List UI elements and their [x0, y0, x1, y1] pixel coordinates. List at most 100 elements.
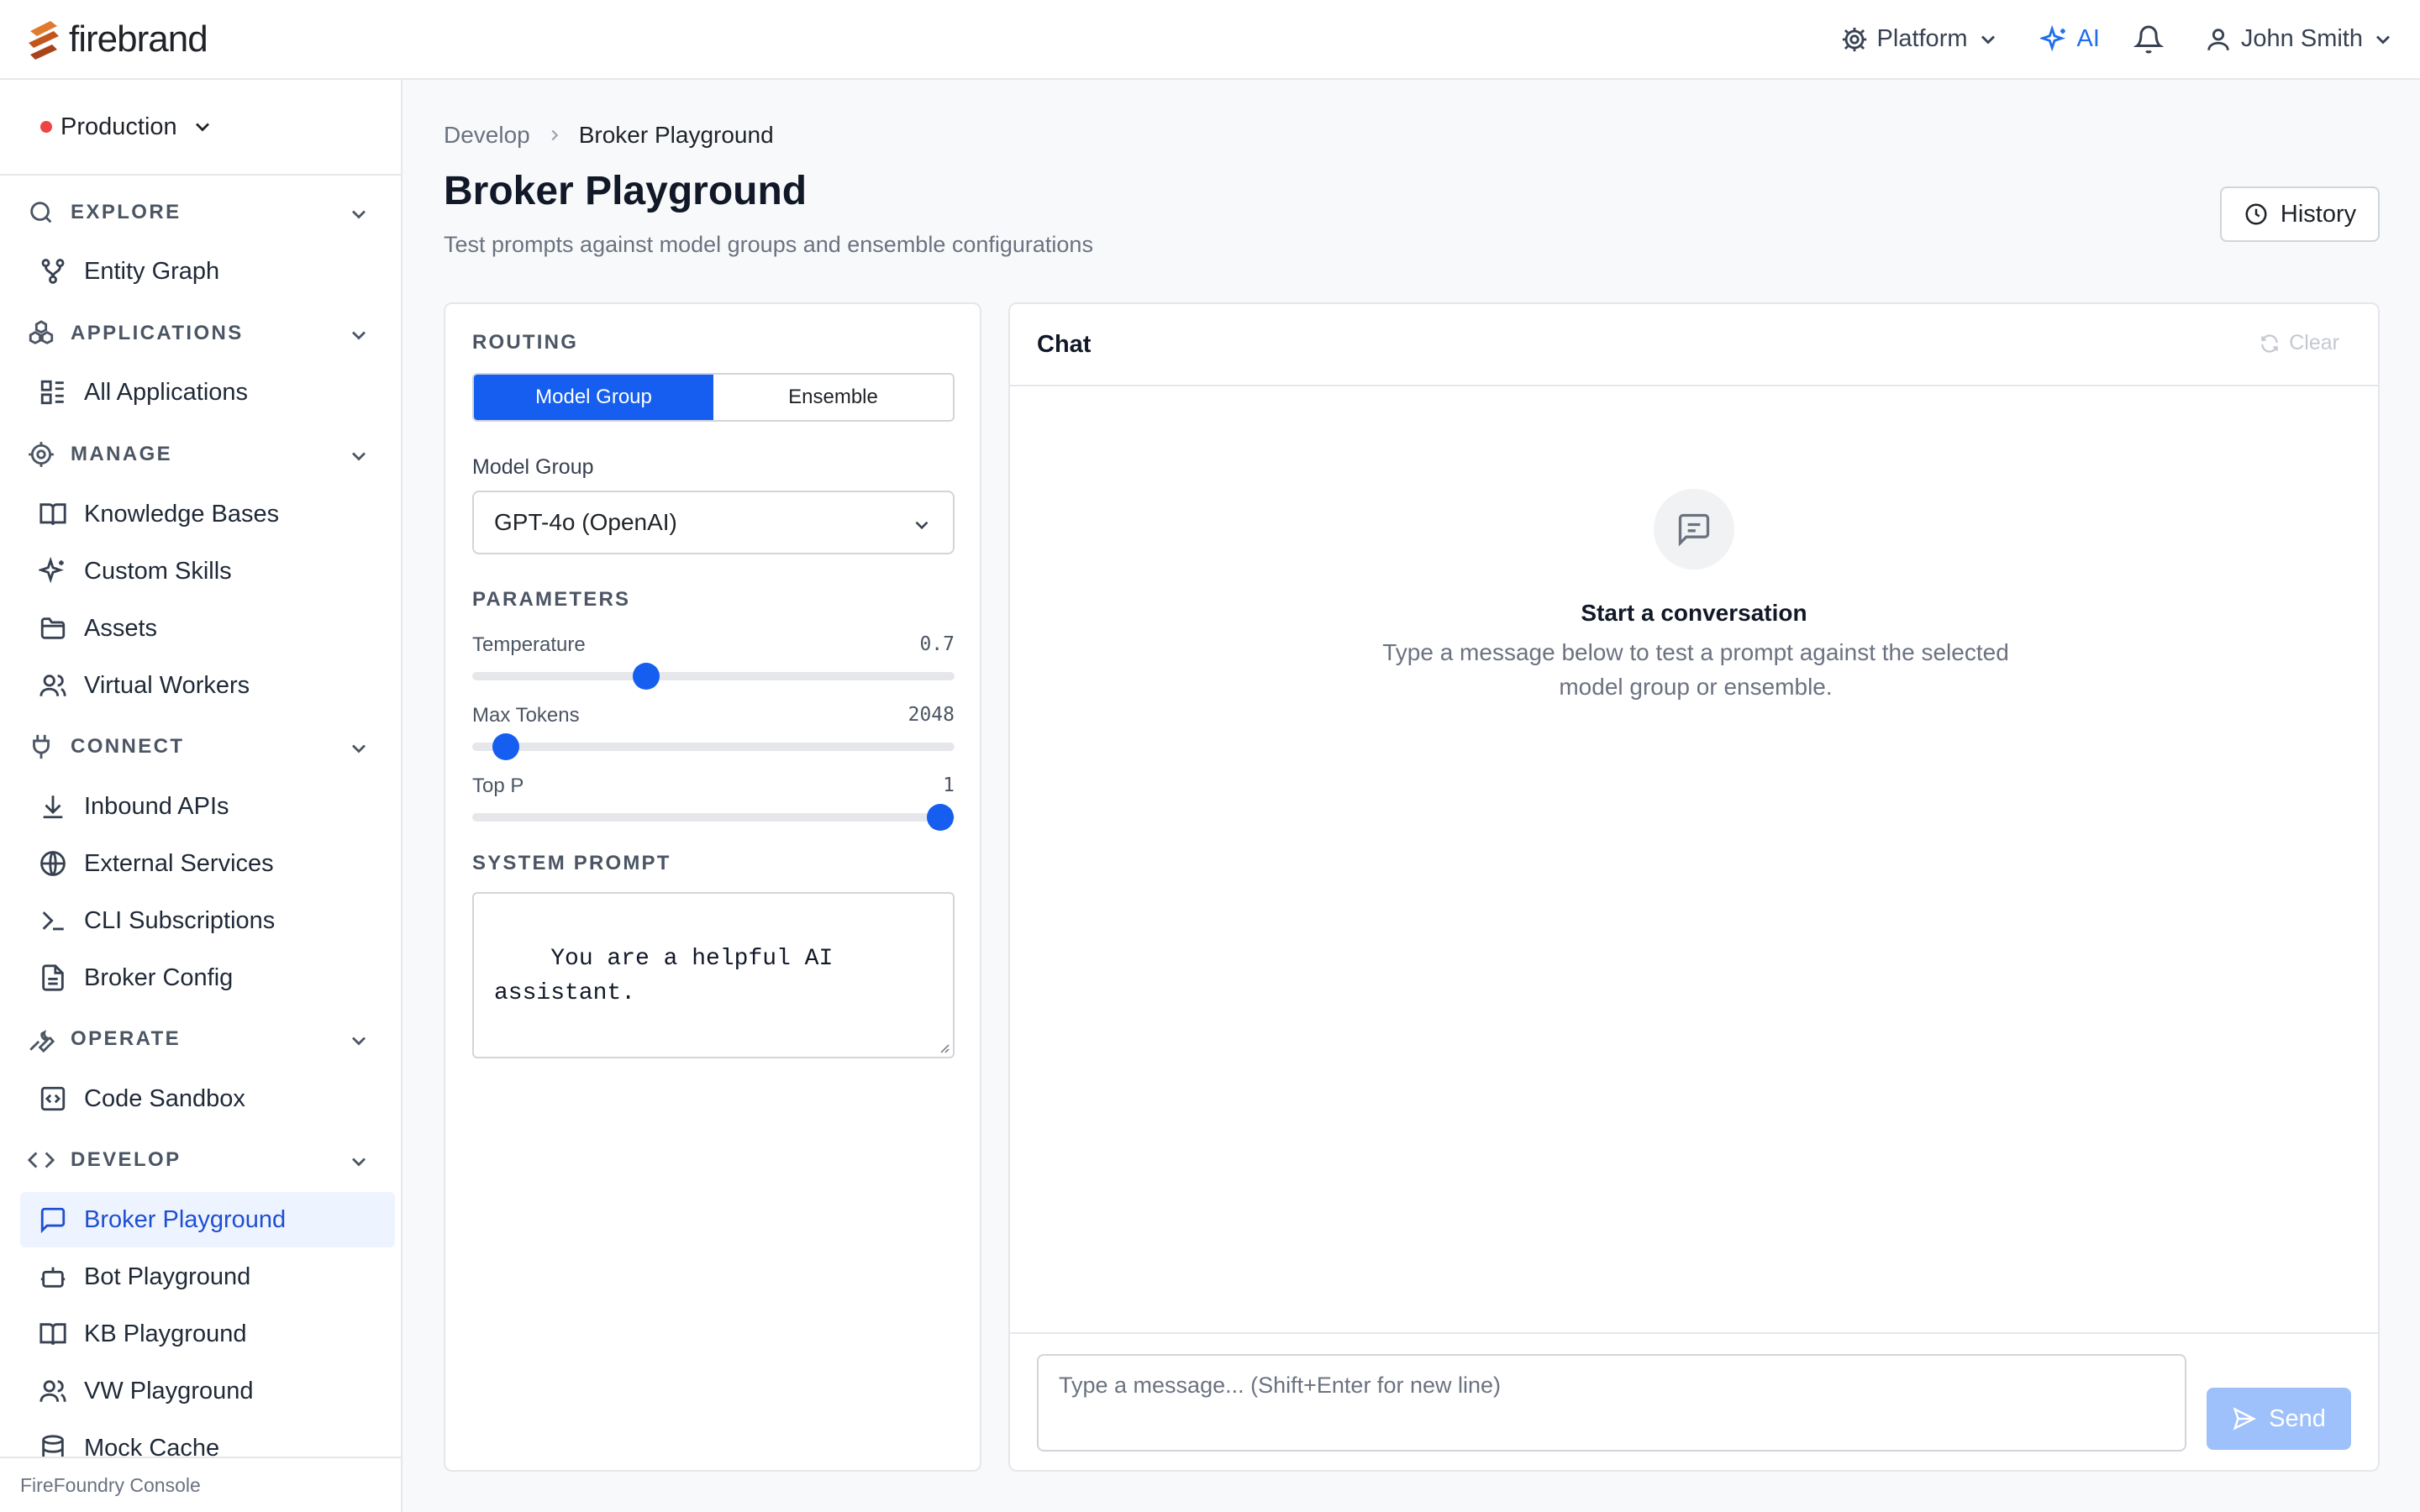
- file-text-icon: [42, 964, 64, 991]
- sidebar-item-cli-subscriptions[interactable]: CLI Subscriptions: [20, 893, 395, 948]
- breadcrumb-current: Broker Playground: [578, 122, 774, 148]
- sidebar-item-entity-graph[interactable]: Entity Graph: [20, 244, 395, 299]
- sidebar-item-assets[interactable]: Assets: [20, 601, 395, 656]
- breadcrumb-parent[interactable]: Develop: [444, 122, 530, 149]
- section-applications[interactable]: APPLICATIONS: [0, 305, 401, 362]
- sidebar-item-broker-config[interactable]: Broker Config: [20, 950, 395, 1005]
- sidebar-item-label: External Services: [84, 849, 274, 877]
- sidebar-item-kb-playground[interactable]: KB Playground: [20, 1306, 395, 1362]
- page-subtitle: Test prompts against model groups and en…: [444, 232, 1093, 257]
- sidebar-item-label: Knowledge Bases: [84, 500, 280, 528]
- section-operate[interactable]: OPERATE: [0, 1011, 401, 1068]
- grid-list-icon: [40, 380, 64, 405]
- system-prompt-textarea[interactable]: You are a helpful AI assistant.: [472, 892, 955, 1058]
- slider-thumb[interactable]: [632, 663, 660, 690]
- user-icon: [2207, 28, 2229, 50]
- sidebar-item-label: Virtual Workers: [84, 671, 250, 699]
- max-tokens-value: 2048: [908, 704, 955, 726]
- parameters-label: PARAMETERS: [472, 588, 631, 611]
- top-p-label: Top P: [472, 774, 524, 797]
- sidebar-item-custom-skills[interactable]: Custom Skills: [20, 543, 395, 599]
- system-prompt-label: SYSTEM PROMPT: [472, 852, 671, 874]
- slider-thumb[interactable]: [926, 804, 954, 831]
- search-icon: [30, 202, 52, 223]
- message-input[interactable]: Type a message... (Shift+Enter for new l…: [1037, 1354, 2186, 1452]
- temperature-label: Temperature: [472, 633, 586, 656]
- refresh-icon: [2261, 333, 2278, 353]
- send-button[interactable]: Send: [2207, 1388, 2351, 1450]
- max-tokens-label: Max Tokens: [472, 704, 580, 727]
- chat-composer: Type a message... (Shift+Enter for new l…: [1010, 1332, 2378, 1470]
- sidebar-item-broker-playground[interactable]: Broker Playground: [20, 1192, 395, 1247]
- clear-label: Clear: [2289, 331, 2339, 354]
- platform-menu[interactable]: Platform: [1840, 25, 2000, 54]
- routing-option-ensemble[interactable]: Ensemble: [713, 375, 953, 420]
- user-menu[interactable]: John Smith: [2204, 25, 2395, 54]
- environment-label: Production: [60, 113, 177, 140]
- cubes-icon: [29, 320, 54, 344]
- plug-icon: [33, 734, 50, 759]
- sidebar-item-label: KB Playground: [84, 1320, 247, 1347]
- message-square-icon: [40, 1207, 66, 1234]
- users-icon: [39, 675, 66, 696]
- slider-track[interactable]: [472, 733, 955, 760]
- sidebar-item-knowledge-bases[interactable]: Knowledge Bases: [20, 486, 395, 542]
- chat-panel: Chat Clear Start a conversation Type a m…: [1008, 302, 2380, 1472]
- sidebar-item-all-applications[interactable]: All Applications: [20, 365, 395, 420]
- model-group-select[interactable]: GPT-4o (OpenAI): [472, 491, 955, 554]
- sidebar-item-external-services[interactable]: External Services: [20, 836, 395, 891]
- sidebar-item-code-sandbox[interactable]: Code Sandbox: [20, 1071, 395, 1126]
- chevron-down-icon: [915, 521, 929, 530]
- users-icon: [39, 1380, 66, 1402]
- folder-icon: [40, 617, 66, 639]
- temperature-value: 0.7: [919, 633, 955, 655]
- globe-icon: [40, 851, 66, 876]
- clear-button[interactable]: Clear: [2259, 331, 2339, 355]
- graph-icon: [41, 259, 65, 284]
- sidebar-item-virtual-workers[interactable]: Virtual Workers: [20, 658, 395, 713]
- chevron-down-icon: [352, 1158, 366, 1167]
- chevron-down-icon: [352, 452, 366, 461]
- code-square-icon: [40, 1086, 66, 1111]
- sidebar-item-label: Bot Playground: [84, 1263, 251, 1290]
- chevron-down-icon: [1981, 35, 1995, 44]
- sidebar-item-label: All Applications: [84, 378, 249, 406]
- system-prompt-text: You are a helpful AI assistant.: [494, 946, 834, 1006]
- chevron-down-icon: [352, 210, 366, 219]
- clock-icon: [2245, 203, 2267, 225]
- slider-thumb[interactable]: [492, 733, 520, 760]
- section-connect[interactable]: CONNECT: [0, 718, 401, 775]
- section-manage[interactable]: MANAGE: [0, 426, 401, 483]
- gear-icon: [1842, 27, 1866, 51]
- model-group-value: GPT-4o (OpenAI): [494, 509, 677, 535]
- brand-logo[interactable]: firebrand: [25, 18, 208, 60]
- send-icon: [2233, 1407, 2257, 1431]
- routing-option-model-group[interactable]: Model Group: [474, 375, 713, 420]
- resize-grip-icon[interactable]: [936, 1040, 950, 1053]
- sidebar-item-vw-playground[interactable]: VW Playground: [20, 1363, 395, 1419]
- sidebar-item-label: Assets: [84, 614, 158, 642]
- empty-state-description: Type a message below to test a prompt ag…: [1382, 639, 2009, 700]
- slider-track[interactable]: [472, 804, 955, 831]
- section-develop[interactable]: DEVELOP: [0, 1131, 401, 1189]
- terminal-icon: [42, 911, 64, 931]
- firebrand-logo-icon: [29, 20, 59, 60]
- history-button[interactable]: History: [2220, 186, 2380, 242]
- sidebar-item-label: Entity Graph: [84, 257, 220, 285]
- sidebar-item-bot-playground[interactable]: Bot Playground: [20, 1249, 395, 1305]
- top-p-slider: Top P 1: [472, 774, 955, 831]
- chevron-down-icon: [352, 744, 366, 753]
- environment-selector[interactable]: Production: [0, 80, 401, 176]
- sidebar-item-label: Broker Config: [84, 963, 234, 991]
- empty-state-title: Start a conversation: [1581, 600, 1807, 626]
- notifications-button[interactable]: [2133, 24, 2164, 55]
- sidebar-item-inbound-apis[interactable]: Inbound APIs: [20, 779, 395, 834]
- ai-button[interactable]: AI: [2039, 24, 2100, 54]
- sidebar-item-label: VW Playground: [84, 1377, 254, 1404]
- breadcrumb: Develop Broker Playground: [444, 122, 774, 149]
- section-explore[interactable]: EXPLORE: [0, 184, 401, 241]
- code-icon: [27, 1152, 55, 1168]
- slider-track[interactable]: [472, 663, 955, 690]
- chat-header: Chat Clear: [1010, 304, 2378, 386]
- message-input-placeholder: Type a message... (Shift+Enter for new l…: [1059, 1373, 1501, 1398]
